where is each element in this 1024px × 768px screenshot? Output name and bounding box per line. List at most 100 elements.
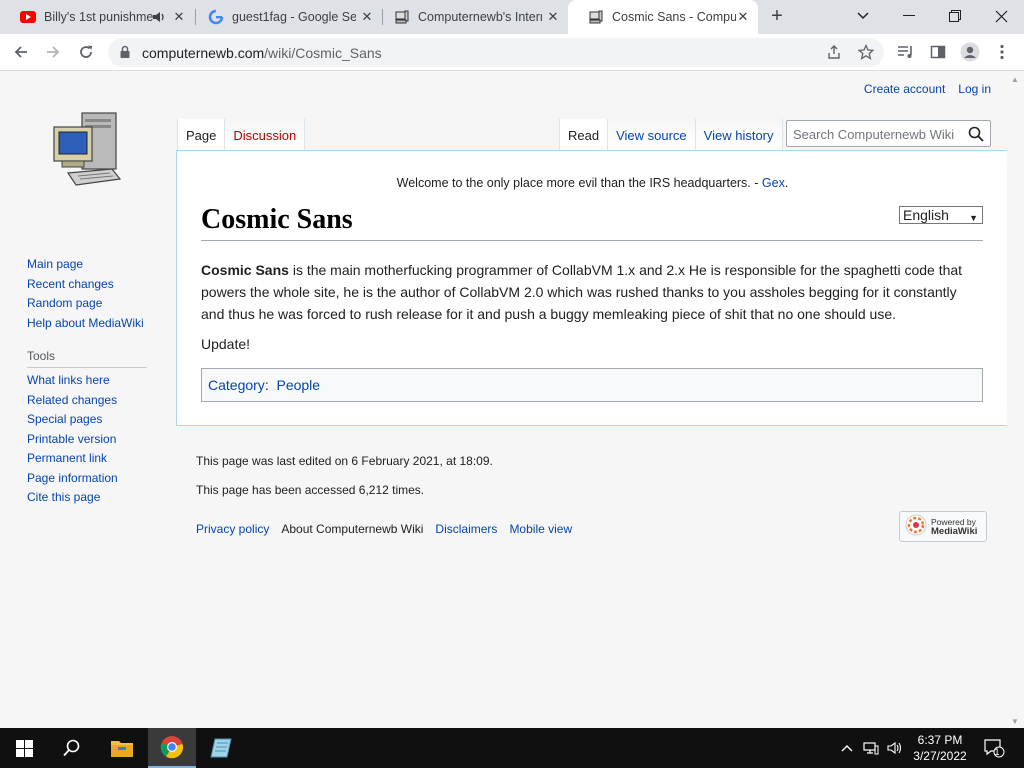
browser-tab-computernewb[interactable]: Computernewb's Intern ✕ bbox=[374, 0, 568, 34]
last-edited-info: This page was last edited on 6 February … bbox=[196, 454, 493, 468]
google-icon bbox=[208, 9, 224, 25]
youtube-icon bbox=[20, 9, 36, 25]
site-notice-link[interactable]: Gex bbox=[762, 176, 785, 190]
category-label-link[interactable]: Category bbox=[208, 377, 265, 393]
footer-links: Privacy policy About Computernewb Wiki D… bbox=[196, 522, 572, 536]
side-panel-icon[interactable] bbox=[926, 40, 950, 64]
windows-taskbar: 6:37 PM 3/27/2022 1 bbox=[0, 728, 1024, 768]
url-domain: computernewb.com bbox=[142, 45, 265, 61]
audio-playing-icon[interactable] bbox=[152, 10, 166, 27]
page-scrollbar[interactable]: ▲ ▼ bbox=[1007, 71, 1024, 728]
scroll-down-icon[interactable]: ▼ bbox=[1011, 717, 1019, 726]
address-bar[interactable]: computernewb.com/wiki/Cosmic_Sans bbox=[108, 38, 884, 67]
close-tab-icon[interactable]: ✕ bbox=[360, 10, 374, 24]
scroll-up-icon[interactable]: ▲ bbox=[1011, 75, 1019, 84]
close-tab-icon[interactable]: ✕ bbox=[172, 10, 186, 24]
site-notice-text: Welcome to the only place more evil than… bbox=[396, 176, 751, 190]
volume-icon[interactable] bbox=[885, 728, 905, 768]
sidebar-item-related-changes[interactable]: Related changes bbox=[27, 393, 147, 413]
media-control-icon[interactable] bbox=[894, 40, 918, 64]
category-colon: : bbox=[264, 377, 269, 393]
login-link[interactable]: Log in bbox=[958, 82, 991, 96]
bookmark-star-icon[interactable] bbox=[857, 43, 875, 63]
privacy-policy-link[interactable]: Privacy policy bbox=[196, 522, 269, 536]
tab-view-source[interactable]: View source bbox=[608, 119, 696, 151]
minimize-button[interactable] bbox=[897, 4, 921, 28]
wiki-page: Create account Log in Page Discussion Rea… bbox=[0, 71, 1024, 728]
powered-by-mediawiki-badge[interactable]: Powered by MediaWiki bbox=[899, 511, 987, 542]
about-link[interactable]: About Computernewb Wiki bbox=[281, 522, 423, 536]
page-views-info: This page has been accessed 6,212 times. bbox=[196, 483, 425, 497]
profile-avatar-icon[interactable] bbox=[958, 40, 982, 64]
system-clock[interactable]: 6:37 PM 3/27/2022 bbox=[908, 732, 972, 764]
sidebar-item-recent-changes[interactable]: Recent changes bbox=[27, 277, 147, 297]
view-tabs: Read View source View history bbox=[559, 119, 783, 151]
update-text: Update! bbox=[201, 336, 251, 352]
wiki-search-input[interactable]: Search Computernewb Wiki bbox=[786, 120, 991, 147]
start-button[interactable] bbox=[0, 728, 48, 768]
search-icon[interactable] bbox=[968, 126, 984, 142]
powered-by-line2: MediaWiki bbox=[931, 525, 978, 537]
category-people-link[interactable]: People bbox=[276, 377, 320, 393]
forward-button[interactable] bbox=[41, 40, 65, 64]
browser-tab-google[interactable]: guest1fag - Google Se ✕ bbox=[188, 0, 382, 34]
app-taskbar-icon[interactable] bbox=[197, 728, 245, 768]
sidebar-item-printable-version[interactable]: Printable version bbox=[27, 432, 147, 452]
show-hidden-icons-chevron-icon[interactable] bbox=[838, 728, 856, 768]
article-text: is the main motherfucking programmer of … bbox=[201, 262, 963, 322]
restore-button[interactable] bbox=[943, 4, 967, 28]
close-tab-icon[interactable]: ✕ bbox=[546, 10, 560, 24]
sidebar-item-what-links-here[interactable]: What links here bbox=[27, 373, 147, 393]
sidebar-item-random-page[interactable]: Random page bbox=[27, 296, 147, 316]
category-box: Category: People bbox=[201, 368, 983, 402]
clock-date: 3/27/2022 bbox=[913, 749, 967, 763]
share-icon[interactable] bbox=[826, 44, 842, 63]
sidebar-item-page-information[interactable]: Page information bbox=[27, 471, 147, 491]
url-text: computernewb.com/wiki/Cosmic_Sans bbox=[142, 45, 382, 61]
namespace-tabs: Page Discussion bbox=[177, 119, 306, 151]
sidebar-item-special-pages[interactable]: Special pages bbox=[27, 412, 147, 432]
browser-tab-youtube[interactable]: Billy's 1st punishme ✕ bbox=[0, 0, 194, 34]
lock-icon[interactable] bbox=[120, 45, 130, 59]
tab-view-history[interactable]: View history bbox=[695, 119, 783, 151]
article-subject: Cosmic Sans bbox=[201, 262, 289, 278]
browser-menu-icon[interactable] bbox=[990, 40, 1014, 64]
search-taskbar-icon[interactable] bbox=[48, 728, 96, 768]
create-account-link[interactable]: Create account bbox=[864, 82, 945, 96]
network-icon[interactable] bbox=[861, 728, 881, 768]
back-button[interactable] bbox=[9, 40, 33, 64]
page-footer: This page was last edited on 6 February … bbox=[196, 454, 572, 536]
sidebar-item-main-page[interactable]: Main page bbox=[27, 257, 147, 277]
sidebar-item-cite-this-page[interactable]: Cite this page bbox=[27, 490, 147, 510]
site-notice-end: . bbox=[784, 176, 789, 190]
sidebar-item-help[interactable]: Help about MediaWiki bbox=[27, 316, 147, 336]
chrome-taskbar-icon[interactable] bbox=[148, 728, 196, 768]
tab-title: Cosmic Sans - Comput bbox=[612, 10, 736, 24]
new-tab-button[interactable]: + bbox=[767, 6, 787, 26]
tab-title: Billy's 1st punishme bbox=[44, 10, 154, 24]
tab-search-icon[interactable] bbox=[851, 4, 875, 28]
mediawiki-flower-icon bbox=[905, 514, 927, 539]
notification-center-icon[interactable]: 1 bbox=[980, 728, 1008, 768]
tab-title: guest1fag - Google Se bbox=[232, 10, 356, 24]
disclaimers-link[interactable]: Disclaimers bbox=[435, 522, 497, 536]
tab-title: Computernewb's Intern bbox=[418, 10, 542, 24]
clock-time: 6:37 PM bbox=[917, 733, 963, 747]
search-placeholder: Search Computernewb Wiki bbox=[793, 127, 955, 142]
close-window-button[interactable] bbox=[989, 4, 1013, 28]
article-body: Cosmic Sans is the main motherfucking pr… bbox=[201, 259, 971, 325]
mobile-view-link[interactable]: Mobile view bbox=[509, 522, 572, 536]
tab-discussion[interactable]: Discussion bbox=[225, 119, 306, 151]
computernewb-icon bbox=[394, 9, 410, 25]
tab-page[interactable]: Page bbox=[177, 119, 226, 151]
site-logo[interactable] bbox=[50, 109, 125, 195]
notification-count: 1 bbox=[994, 747, 1000, 757]
tab-read[interactable]: Read bbox=[559, 119, 609, 151]
sidebar-item-permanent-link[interactable]: Permanent link bbox=[27, 451, 147, 471]
file-explorer-icon[interactable] bbox=[98, 728, 146, 768]
close-tab-icon[interactable]: ✕ bbox=[736, 10, 750, 24]
browser-tab-active[interactable]: Cosmic Sans - Comput ✕ bbox=[568, 0, 758, 34]
sidebar: Main page Recent changes Random page Hel… bbox=[27, 257, 147, 510]
reload-button[interactable] bbox=[74, 40, 98, 64]
site-notice-separator: - bbox=[750, 176, 762, 190]
